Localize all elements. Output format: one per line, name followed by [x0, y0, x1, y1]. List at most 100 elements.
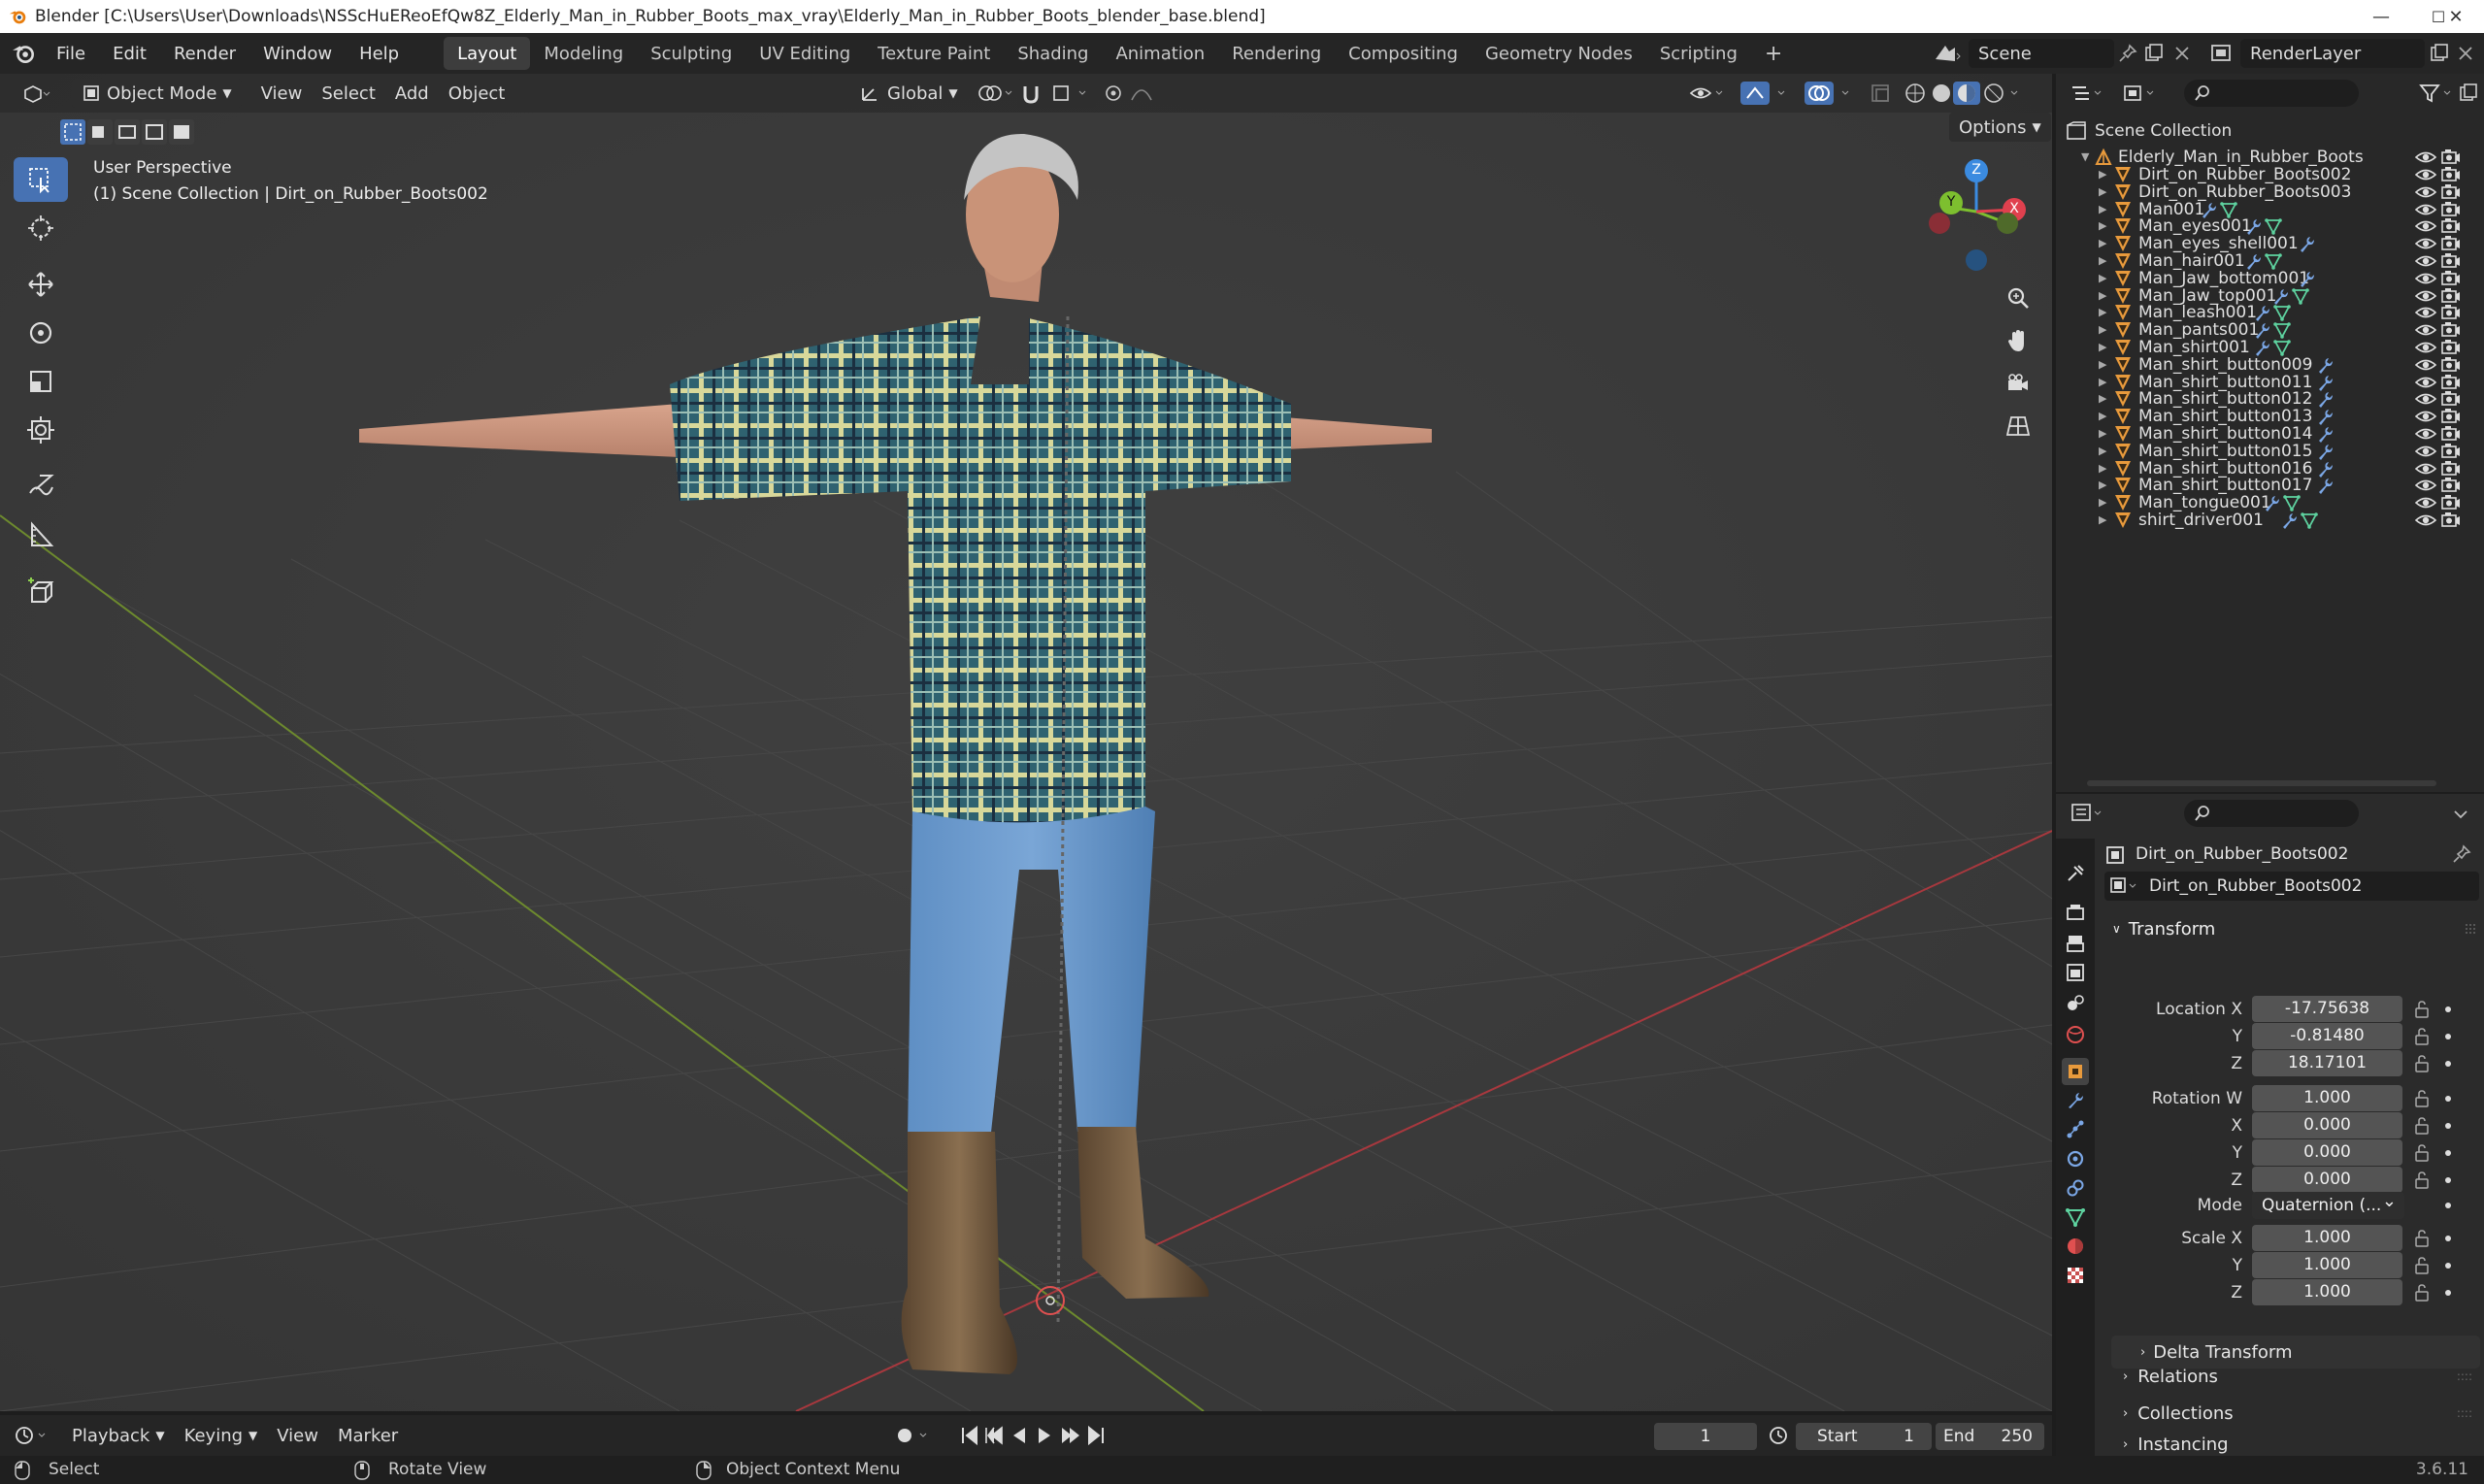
workspace-tab-animation[interactable]: Animation [1102, 37, 1218, 70]
pivot-point-icon[interactable] [977, 82, 1015, 104]
workspace-tab-geometry-nodes[interactable]: Geometry Nodes [1472, 37, 1646, 70]
location-y-field[interactable]: -0.81480 [2252, 1023, 2402, 1049]
perspective-toggle-button[interactable] [1998, 406, 2038, 446]
editor-type-button[interactable] [12, 79, 60, 108]
timeline-editor-icon[interactable] [14, 1424, 52, 1447]
close-window-button[interactable]: ✕ [2428, 0, 2484, 33]
options-dropdown[interactable]: Options ▼ [1949, 113, 2051, 142]
workspace-tab-shading[interactable]: Shading [1004, 37, 1102, 70]
rotation-z-field[interactable]: 0.000 [2252, 1167, 2402, 1193]
timeline-view-menu[interactable]: View [267, 1421, 328, 1450]
keyframe-dot-icon[interactable] [2445, 1263, 2451, 1269]
current-frame-field[interactable]: 1 [1654, 1423, 1757, 1450]
pin-icon[interactable] [2452, 844, 2471, 864]
location-x-field[interactable]: -17.75638 [2252, 996, 2402, 1022]
relations-section[interactable]: › Relations:::: [2111, 1360, 2480, 1393]
tab-output[interactable] [2062, 930, 2089, 957]
lock-icon[interactable] [2411, 1000, 2431, 1019]
menu-help[interactable]: Help [346, 38, 413, 69]
delete-scene-icon[interactable] [2172, 44, 2192, 63]
render-layer-field[interactable]: RenderLayer [2240, 39, 2425, 68]
lock-icon[interactable] [2411, 1089, 2431, 1108]
rotation-mode-dropdown[interactable]: Quaternion (... ⌄ [2252, 1191, 2404, 1219]
start-frame-field[interactable]: Start 1 [1796, 1423, 1932, 1450]
workspace-tab-compositing[interactable]: Compositing [1335, 37, 1472, 70]
tab-render[interactable] [2062, 899, 2089, 926]
outliner-object-row[interactable]: ▶ shirt_driver001 [2056, 506, 2484, 534]
annotate-tool[interactable] [14, 464, 68, 509]
outliner-scrollbar[interactable] [2087, 780, 2436, 786]
measure-tool[interactable] [14, 512, 68, 557]
new-collection-icon[interactable] [2458, 82, 2479, 104]
lock-icon[interactable] [2411, 1143, 2431, 1163]
render-layer-icon[interactable] [2209, 41, 2235, 66]
menu-file[interactable]: File [43, 38, 99, 69]
workspace-tab-layout[interactable]: Layout [444, 37, 531, 70]
scale-z-field[interactable]: 1.000 [2252, 1279, 2402, 1305]
menu-window[interactable]: Window [249, 38, 346, 69]
xray-toggle-icon[interactable] [1870, 82, 1891, 104]
viewport-menu-object[interactable]: Object [439, 79, 515, 108]
minimize-button[interactable]: — [2353, 0, 2409, 33]
new-scene-icon[interactable] [2143, 43, 2165, 64]
keyframe-dot-icon[interactable] [2445, 1006, 2451, 1012]
end-frame-field[interactable]: End 250 [1936, 1423, 2044, 1450]
pin-scene-icon[interactable] [2118, 44, 2137, 63]
workspace-tab-scripting[interactable]: Scripting [1646, 37, 1751, 70]
scale-x-field[interactable]: 1.000 [2252, 1225, 2402, 1251]
viewport-menu-add[interactable]: Add [385, 79, 439, 108]
lock-icon[interactable] [2411, 1171, 2431, 1190]
keyframe-dot-icon[interactable] [2445, 1177, 2451, 1183]
rotation-x-field[interactable]: 0.000 [2252, 1112, 2402, 1138]
keyframe-dot-icon[interactable] [2445, 1034, 2451, 1039]
tab-tool[interactable] [2062, 860, 2089, 887]
object-mode-dropdown[interactable]: Object Mode ▼ [72, 79, 242, 108]
properties-search-input[interactable] [2184, 800, 2359, 827]
gizmo-toggle[interactable] [1738, 79, 1796, 108]
menu-render[interactable]: Render [160, 38, 249, 69]
collections-section[interactable]: › Collections:::: [2111, 1397, 2480, 1430]
keyframe-dot-icon[interactable] [2445, 1150, 2451, 1156]
outliner-search-input[interactable] [2184, 80, 2359, 107]
properties-editor-icon[interactable] [2070, 802, 2108, 825]
add-workspace-button[interactable]: + [1751, 37, 1796, 70]
lock-icon[interactable] [2411, 1054, 2431, 1073]
lock-icon[interactable] [2411, 1229, 2431, 1248]
viewport-menu-select[interactable]: Select [312, 79, 385, 108]
object-name-field[interactable]: Dirt_on_Rubber_Boots002 [2104, 872, 2479, 901]
eye-icon[interactable] [2415, 510, 2436, 531]
outliner-scene-collection[interactable]: Scene Collection [2056, 116, 2484, 145]
shading-mode-buttons[interactable] [1903, 81, 2029, 106]
playback-controls[interactable] [959, 1424, 1116, 1447]
overlays-toggle[interactable] [1802, 79, 1860, 108]
rotation-y-field[interactable]: 0.000 [2252, 1139, 2402, 1166]
delete-render-layer-icon[interactable] [2456, 44, 2475, 63]
location-z-field[interactable]: 18.17101 [2252, 1050, 2402, 1076]
workspace-tab-sculpting[interactable]: Sculpting [637, 37, 745, 70]
menu-edit[interactable]: Edit [99, 38, 160, 69]
keyframe-dot-icon[interactable] [2445, 1236, 2451, 1241]
camera-render-icon[interactable] [2440, 510, 2462, 531]
3d-viewport[interactable]: Z Y X Object Mode ▼ View Select Add Obje… [0, 74, 2052, 1411]
lock-icon[interactable] [2411, 1283, 2431, 1303]
instancing-section[interactable]: › Instancing [2111, 1433, 2480, 1456]
lock-icon[interactable] [2411, 1027, 2431, 1046]
rotate-tool[interactable] [14, 311, 68, 355]
chevron-down-icon[interactable] [2450, 804, 2471, 825]
lock-icon[interactable] [2411, 1256, 2431, 1275]
scene-selector-icon[interactable] [1932, 40, 1961, 67]
new-render-layer-icon[interactable] [2429, 43, 2450, 64]
camera-view-button[interactable] [1998, 363, 2038, 404]
transform-orientation-dropdown[interactable]: Global ▼ [850, 79, 968, 108]
preview-range-clock-icon[interactable] [1767, 1424, 1790, 1447]
add-cube-tool[interactable] [14, 569, 68, 613]
snap-toggle[interactable] [1017, 79, 1095, 108]
filter-icon[interactable] [2419, 82, 2458, 104]
scale-y-field[interactable]: 1.000 [2252, 1252, 2402, 1278]
drag-handle-icon[interactable] [2464, 922, 2479, 936]
transform-panel-header[interactable]: ∨ Transform [2106, 912, 2481, 945]
selection-mode-buttons[interactable] [58, 116, 198, 148]
zoom-view-button[interactable] [1998, 278, 2038, 318]
move-tool[interactable] [14, 262, 68, 307]
scale-tool[interactable] [14, 359, 68, 404]
